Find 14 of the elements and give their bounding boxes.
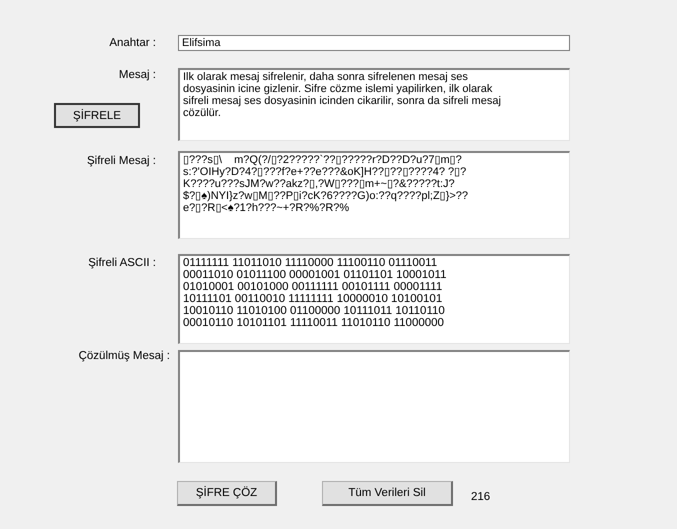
- message-field[interactable]: Ilk olarak mesaj sifrelenir, daha sonra sifrelenen mesaj ses dosyasinin icine gizlenir. Sifre cözme islemi yapilirken, ilk olarak sifreli mesaj ses dosyasinin icinden cikarilir, sonra da sifreli mesaj cözülür.: [178, 68, 570, 141]
- decrypt-button[interactable]: ŞİFRE ÇÖZ: [177, 481, 277, 506]
- count-label: 216: [471, 490, 490, 502]
- encrypted-ascii-field[interactable]: 01111111 11011010 11110000 11100110 01110011 00011010 01011100 00001001 01101101 10001011 01010001 00101000 00111111 00101111 00001111 10111101 00110010 11111111 10000010 10100101 10010110 11010100 01100000 10111011 10110110 00010110 10101101 11110011 11010110 11000000: [178, 254, 570, 344]
- field-label: Şifreli Mesaj :: [86, 155, 156, 167]
- field-label: Mesaj :: [118, 69, 156, 81]
- field-label: Anahtar :: [109, 37, 156, 49]
- encrypt-button[interactable]: ŞİFRELE: [54, 103, 140, 128]
- decrypted-message-field[interactable]: [178, 350, 570, 463]
- field-label: Şifreli ASCII :: [88, 257, 156, 269]
- field-label: Çözülmüş Mesaj :: [78, 350, 170, 362]
- clear-button[interactable]: Tüm Verileri Sil: [322, 481, 453, 506]
- key-field[interactable]: Elifsima: [178, 35, 570, 51]
- encrypted-message-field[interactable]: ▯???s▯\ m?Q(?/▯?2?????`??▯?????r?D??D?u?7▯m▯? s:?'OIHy?D?4?▯???f?e+??e???&oK]H??▯??▯????4? ?▯? K????u???sJM?w??akz?▯,?W▯???▯m+~▯?&?????t:J? $?▯♠)NYI}z?w▯M▯??P▯i?cK?6????G)o:??q????pl;Z▯}>?? e?▯?R▯<♠?1?h???~+?R?%?R?%: [178, 151, 570, 239]
